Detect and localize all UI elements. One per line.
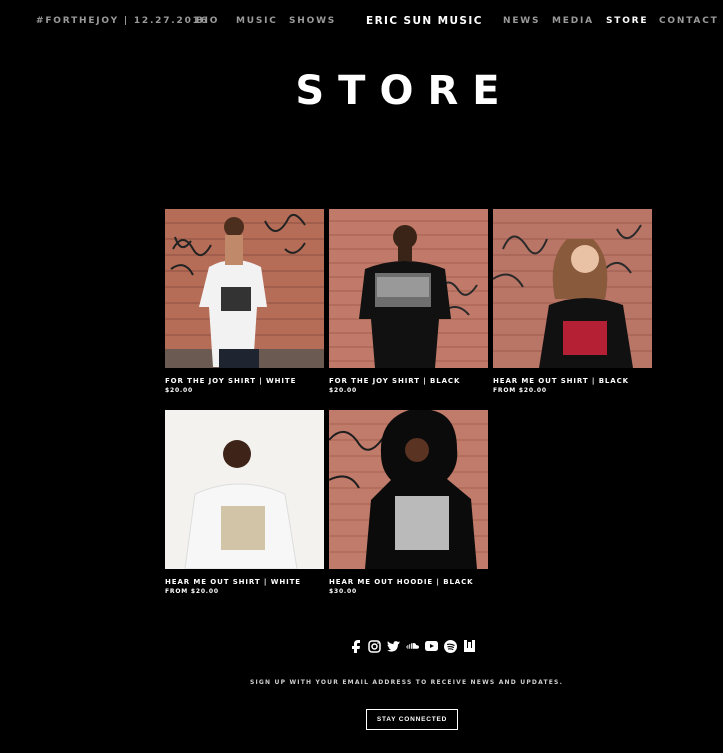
product-card[interactable]: HEAR ME OUT HOODIE | BLACK $30.00 [329,410,488,595]
site-brand-link[interactable]: ERIC SUN MUSIC [366,15,483,27]
newsletter-signup-text: SIGN UP WITH YOUR EMAIL ADDRESS TO RECEI… [249,679,564,686]
product-card[interactable]: HEAR ME OUT SHIRT | BLACK FROM $20.00 [493,209,652,394]
product-image-for-the-joy-white[interactable] [165,209,324,368]
twitter-icon[interactable] [387,640,400,653]
nav-item-media[interactable]: MEDIA [552,16,594,26]
youtube-icon[interactable] [425,640,438,653]
instagram-icon[interactable] [368,639,381,653]
social-icons-row [349,638,476,654]
nav-item-news[interactable]: NEWS [503,16,540,26]
stay-connected-button[interactable]: STAY CONNECTED [366,709,458,730]
nav-item-music[interactable]: MUSIC [236,16,278,26]
product-name[interactable]: HEAR ME OUT HOODIE | BLACK [329,578,488,586]
bandsintown-icon[interactable] [463,640,476,653]
product-price: FROM $20.00 [165,588,219,595]
product-image-hear-me-out-white[interactable] [165,410,324,569]
spotify-icon[interactable] [444,639,457,653]
nav-item-shows[interactable]: SHOWS [289,16,336,26]
product-name[interactable]: FOR THE JOY SHIRT | BLACK [329,377,488,385]
product-price: $30.00 [329,588,357,595]
product-name[interactable]: FOR THE JOY SHIRT | WHITE [165,377,324,385]
product-price: $20.00 [329,387,357,394]
product-image-hear-me-out-hoodie-black[interactable] [329,410,488,569]
product-price: FROM $20.00 [493,387,547,394]
product-image-hear-me-out-black[interactable] [493,209,652,368]
top-navigation: #FORTHEJOY | 12.27.2016 BIO MUSIC SHOWS … [0,0,723,42]
product-card[interactable]: FOR THE JOY SHIRT | WHITE $20.00 [165,209,324,394]
facebook-icon[interactable] [349,639,362,653]
page-title: STORE [295,68,514,114]
soundcloud-icon[interactable] [406,640,419,653]
product-price: $20.00 [165,387,193,394]
nav-hashtag-link[interactable]: #FORTHEJOY | 12.27.2016 [36,16,209,26]
nav-item-bio[interactable]: BIO [196,16,219,26]
nav-item-store[interactable]: STORE [606,16,648,26]
nav-item-contact[interactable]: CONTACT [659,16,719,26]
product-name[interactable]: HEAR ME OUT SHIRT | BLACK [493,377,652,385]
product-image-for-the-joy-black[interactable] [329,209,488,368]
product-name[interactable]: HEAR ME OUT SHIRT | WHITE [165,578,324,586]
product-card[interactable]: HEAR ME OUT SHIRT | WHITE FROM $20.00 [165,410,324,595]
product-card[interactable]: FOR THE JOY SHIRT | BLACK $20.00 [329,209,488,394]
